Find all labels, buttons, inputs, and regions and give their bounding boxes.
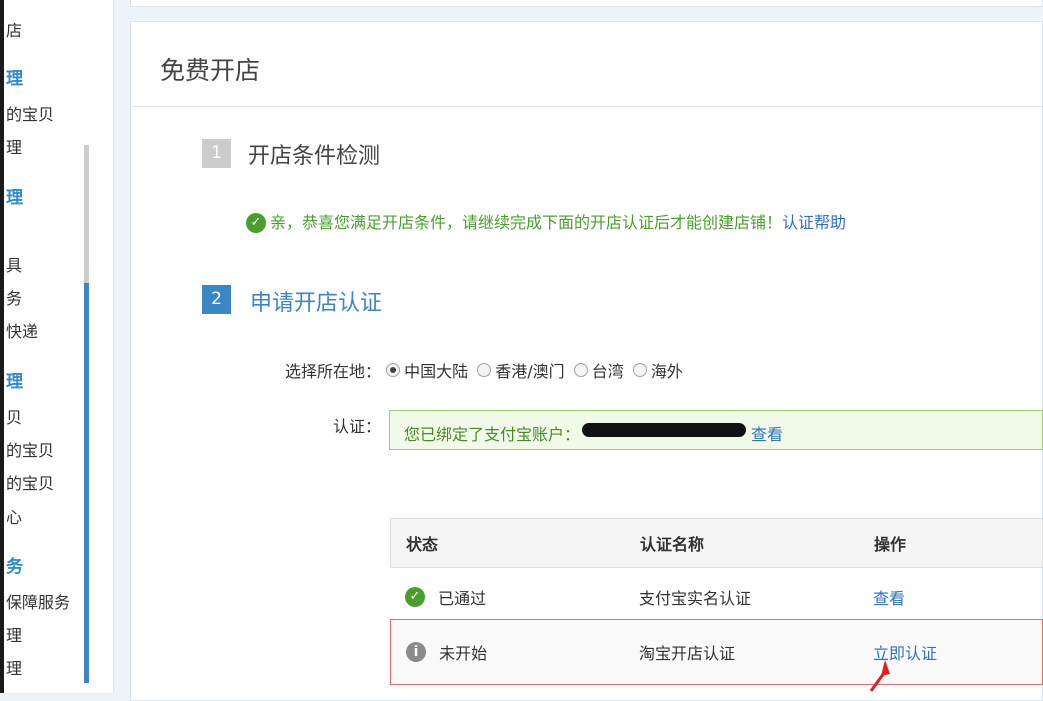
sidebar-section-header: 理 bbox=[6, 372, 23, 392]
step-connector-completed bbox=[84, 145, 89, 283]
col-action: 操作 bbox=[874, 535, 907, 554]
option-overseas[interactable]: 海外 bbox=[651, 362, 683, 381]
sidebar-item[interactable]: 务 bbox=[6, 285, 22, 309]
sidebar-item[interactable]: 的宝贝 bbox=[6, 437, 54, 461]
sidebar-item[interactable]: 理 bbox=[6, 655, 22, 679]
status-cell: ✓ 已通过 bbox=[405, 585, 486, 609]
status-text: 未开始 bbox=[439, 644, 488, 663]
info-icon: i bbox=[406, 642, 426, 662]
success-text: 亲，恭喜您满足开店条件，请继续完成下面的开店认证后才能创建店铺！ bbox=[270, 213, 783, 232]
sidebar-section-header: 理 bbox=[6, 69, 23, 89]
sidebar-item[interactable]: 店 bbox=[6, 17, 22, 41]
option-taiwan[interactable]: 台湾 bbox=[592, 362, 624, 381]
sidebar-item[interactable]: 保障服务 bbox=[6, 589, 70, 613]
status-cell: i 未开始 bbox=[406, 640, 487, 664]
step-2-title: 申请开店认证 bbox=[250, 291, 383, 316]
sidebar-section-header: 务 bbox=[6, 557, 23, 577]
step-connector-active bbox=[84, 283, 89, 683]
name-cell: 淘宝开店认证 bbox=[639, 644, 736, 663]
sidebar-item[interactable]: 贝 bbox=[6, 404, 22, 428]
region-selector: 选择所在地： 中国大陆 香港/澳门 台湾 海外 bbox=[285, 358, 687, 382]
sidebar-item[interactable]: 快递 bbox=[6, 318, 38, 342]
name-cell: 支付宝实名认证 bbox=[639, 589, 752, 608]
sidebar-item[interactable]: 的宝贝 bbox=[6, 470, 54, 494]
option-hk-macau[interactable]: 香港/澳门 bbox=[495, 362, 564, 381]
step-1-title: 开店条件检测 bbox=[248, 144, 381, 169]
top-panel-edge bbox=[130, 0, 1043, 7]
gutter bbox=[114, 0, 129, 693]
panel-header: 免费开店 bbox=[131, 22, 1042, 107]
table-row-highlighted: i 未开始 淘宝开店认证 立即认证 bbox=[390, 619, 1043, 685]
certification-table: 状态 认证名称 操作 ✓ 已通过 支付宝实名认证 查看 i 未开始 淘宝开店认证… bbox=[390, 518, 1043, 685]
radio-mainland[interactable] bbox=[386, 363, 401, 377]
check-icon: ✓ bbox=[405, 587, 425, 607]
check-icon: ✓ bbox=[246, 212, 266, 233]
region-label: 选择所在地： bbox=[285, 362, 382, 381]
auth-status-box: 您已绑定了支付宝账户： 查看 bbox=[389, 410, 1043, 450]
option-mainland[interactable]: 中国大陆 bbox=[404, 362, 468, 381]
col-name: 认证名称 bbox=[640, 535, 705, 554]
status-text: 已通过 bbox=[438, 589, 487, 608]
redacted-account bbox=[582, 423, 746, 437]
sidebar-item[interactable]: 理 bbox=[6, 622, 22, 646]
sidebar: 店 理 的宝贝 理 理 具 务 快递 理 贝 的宝贝 的宝贝 心 务 保障服务 … bbox=[4, 0, 114, 693]
help-link[interactable]: 认证帮助 bbox=[782, 213, 846, 232]
view-link[interactable]: 查看 bbox=[873, 585, 905, 609]
auth-message: 您已绑定了支付宝账户： bbox=[404, 425, 581, 444]
auth-view-link[interactable]: 查看 bbox=[751, 421, 783, 445]
step-2-number: 2 bbox=[202, 285, 231, 314]
sidebar-item[interactable]: 理 bbox=[6, 134, 22, 158]
sidebar-item[interactable]: 具 bbox=[6, 252, 22, 276]
step-1-number: 1 bbox=[202, 139, 231, 168]
radio-taiwan[interactable] bbox=[573, 363, 588, 377]
col-status: 状态 bbox=[406, 535, 439, 554]
red-arrow-annotation bbox=[869, 660, 890, 692]
success-message: ✓ 亲，恭喜您满足开店条件，请继续完成下面的开店认证后才能创建店铺！认证帮助 bbox=[246, 209, 846, 233]
radio-overseas[interactable] bbox=[632, 363, 647, 377]
sidebar-section-header: 理 bbox=[6, 188, 23, 208]
radio-hk-macau[interactable] bbox=[477, 363, 492, 377]
sidebar-item[interactable]: 心 bbox=[6, 504, 22, 528]
table-header: 状态 认证名称 操作 bbox=[390, 518, 1043, 568]
sidebar-item[interactable]: 的宝贝 bbox=[6, 101, 54, 125]
page-title: 免费开店 bbox=[160, 56, 261, 85]
auth-label: 认证： bbox=[333, 417, 382, 436]
